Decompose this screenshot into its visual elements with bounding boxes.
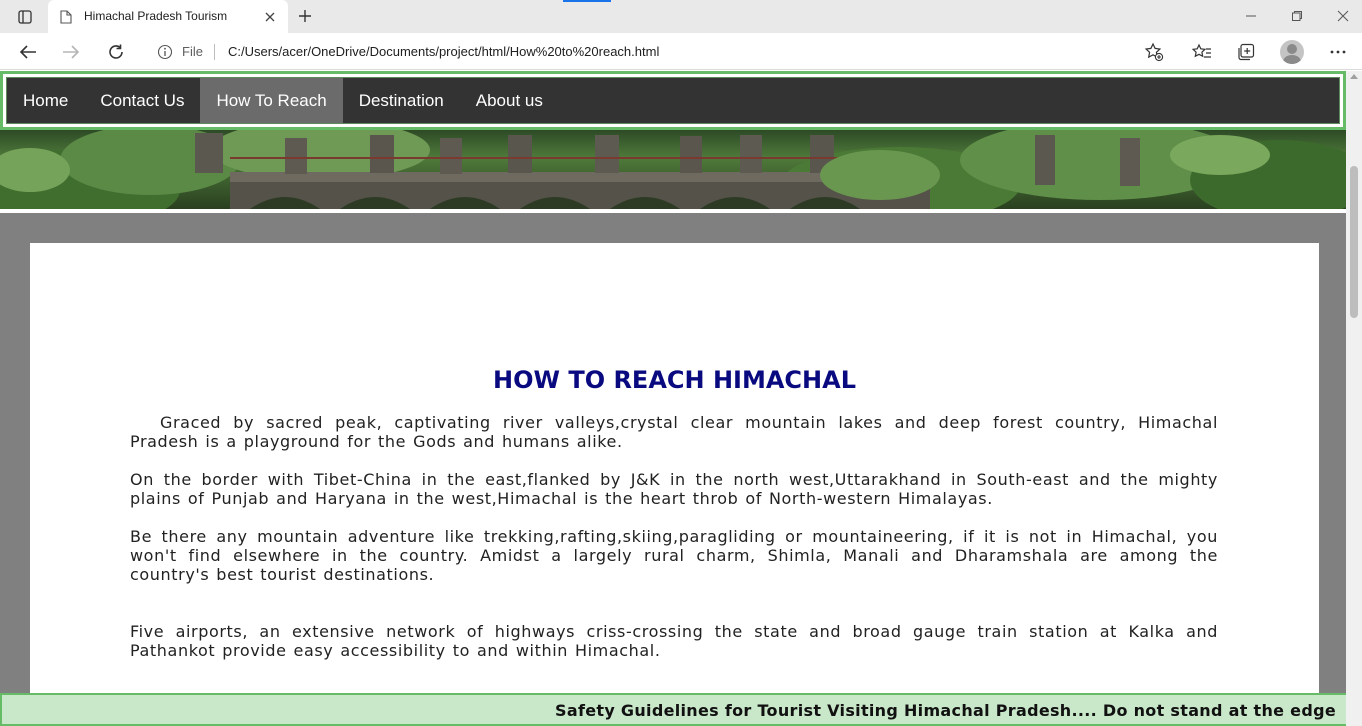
close-icon[interactable] (262, 9, 278, 25)
plus-icon[interactable] (294, 5, 316, 27)
border-paragraph: On the border with Tibet-China in the ea… (130, 470, 1218, 508)
safety-marquee: Safety Guidelines for Tourist Visiting H… (0, 693, 1348, 726)
info-icon[interactable] (157, 44, 173, 64)
banner-image (0, 130, 1346, 209)
favorites-icon[interactable] (1189, 39, 1215, 65)
nav-destination[interactable]: Destination (343, 78, 460, 123)
access-paragraph: Five airports, an extensive network of h… (130, 622, 1218, 660)
banner-divider (0, 209, 1346, 213)
page-scrollbar[interactable] (1346, 71, 1362, 726)
site-navigation: Home Contact Us How To Reach Destination… (0, 71, 1346, 130)
back-arrow-icon[interactable] (15, 39, 41, 65)
refresh-icon[interactable] (103, 39, 129, 65)
collections-icon[interactable] (1233, 39, 1259, 65)
url-text[interactable]: C:/Users/acer/OneDrive/Documents/project… (228, 44, 659, 59)
browser-toolbar: File C:/Users/acer/OneDrive/Documents/pr… (0, 33, 1362, 70)
page-heading: HOW TO REACH HIMACHAL (493, 366, 856, 394)
nav-about-us[interactable]: About us (460, 78, 559, 123)
url-scheme: File (182, 44, 203, 59)
page-icon (60, 9, 72, 28)
nav-how-to-reach[interactable]: How To Reach (200, 78, 343, 123)
forward-arrow-icon[interactable] (58, 39, 84, 65)
scrollbar-thumb[interactable] (1350, 166, 1358, 318)
address-separator (214, 44, 215, 60)
scroll-up-arrow-icon[interactable] (1350, 74, 1358, 79)
tab-actions-icon[interactable] (12, 6, 38, 28)
marquee-text: Safety Guidelines for Tourist Visiting H… (555, 701, 1336, 720)
nav-home[interactable]: Home (7, 78, 84, 123)
more-icon[interactable] (1325, 39, 1351, 65)
drag-indicator (563, 0, 611, 2)
content-card: HOW TO REACH HIMACHAL Graced by sacred p… (30, 243, 1319, 726)
restore-icon[interactable] (1288, 8, 1306, 24)
browser-tab-bar: Himachal Pradesh Tourism (0, 0, 1362, 33)
profile-icon[interactable] (1280, 40, 1304, 64)
tab-title: Himachal Pradesh Tourism (84, 9, 228, 23)
site-nav-bar: Home Contact Us How To Reach Destination… (6, 77, 1340, 124)
minimize-icon[interactable] (1242, 8, 1260, 24)
adventure-paragraph: Be there any mountain adventure like tre… (130, 527, 1218, 584)
intro-paragraph: Graced by sacred peak, captivating river… (130, 413, 1218, 451)
address-bar[interactable]: File C:/Users/acer/OneDrive/Documents/pr… (144, 36, 1174, 67)
browser-tab[interactable]: Himachal Pradesh Tourism (48, 0, 288, 33)
web-page: Home Contact Us How To Reach Destination… (0, 71, 1346, 726)
nav-contact-us[interactable]: Contact Us (84, 78, 200, 123)
window-close-icon[interactable] (1334, 8, 1352, 24)
star-plus-icon[interactable] (1144, 42, 1164, 66)
